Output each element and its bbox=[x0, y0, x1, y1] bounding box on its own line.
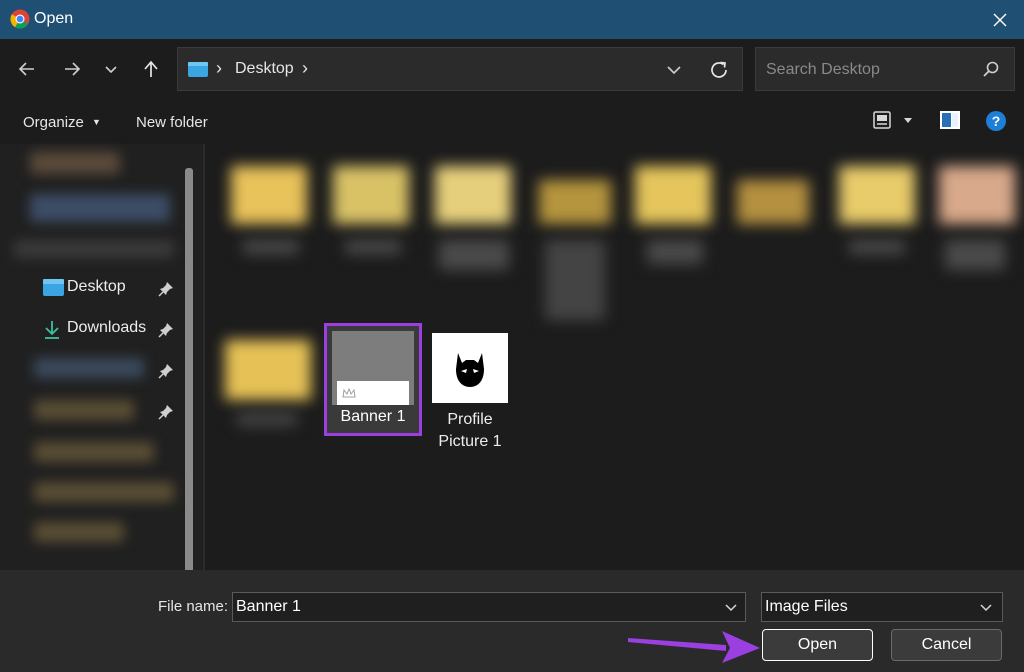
desktop-folder-icon bbox=[188, 62, 208, 77]
redacted-item bbox=[34, 482, 174, 502]
redacted-folder bbox=[225, 340, 311, 400]
open-button[interactable]: Open bbox=[762, 629, 873, 661]
caret-down-icon: ▼ bbox=[92, 117, 101, 127]
arrow-left-icon bbox=[18, 62, 34, 76]
file-banner-1[interactable]: Banner 1 bbox=[324, 323, 422, 436]
redacted-label bbox=[237, 412, 297, 426]
back-button[interactable] bbox=[13, 55, 41, 83]
redacted-folder bbox=[333, 166, 409, 224]
dialog-footer: File name: Banner 1 Image Files Open Can… bbox=[0, 570, 1024, 672]
redacted-label bbox=[439, 240, 509, 270]
up-button[interactable] bbox=[137, 55, 165, 83]
redacted-folder bbox=[635, 166, 711, 224]
file-name-value[interactable]: Banner 1 bbox=[236, 598, 301, 616]
file-label-line2: Picture 1 bbox=[438, 433, 502, 450]
svg-text:?: ? bbox=[992, 113, 1001, 129]
chevron-down-icon bbox=[105, 66, 117, 74]
cancel-button[interactable]: Cancel bbox=[891, 629, 1002, 661]
close-icon bbox=[993, 13, 1007, 26]
redacted-item bbox=[34, 442, 154, 462]
file-profile-picture-1-thumbnail[interactable] bbox=[432, 333, 508, 403]
arrow-up-icon bbox=[144, 60, 158, 77]
pin-icon[interactable] bbox=[158, 281, 174, 297]
file-name-field[interactable]: Banner 1 bbox=[232, 592, 746, 622]
pin-icon[interactable] bbox=[158, 322, 174, 338]
new-folder-button[interactable]: New folder bbox=[136, 114, 208, 131]
redacted-folder bbox=[737, 180, 809, 224]
banner-strip bbox=[337, 381, 409, 405]
sidebar-item-label: Downloads bbox=[67, 319, 147, 336]
file-label-line1: Profile bbox=[447, 411, 493, 428]
file-type-select[interactable]: Image Files bbox=[761, 592, 1003, 622]
organize-button[interactable]: Organize ▼ bbox=[23, 114, 101, 131]
caret-down-icon[interactable] bbox=[903, 117, 913, 125]
pin-icon[interactable] bbox=[158, 363, 174, 379]
command-bar: Organize ▼ New folder ? bbox=[0, 100, 1024, 144]
file-list: Banner 1 Profile Picture 1 bbox=[203, 144, 1024, 570]
redacted-item bbox=[34, 358, 144, 378]
file-type-value: Image Files bbox=[765, 598, 848, 615]
navigation-bar: › Desktop › bbox=[0, 39, 1024, 100]
recent-locations-button[interactable] bbox=[97, 55, 125, 83]
search-input[interactable] bbox=[764, 58, 968, 82]
redacted-folder bbox=[231, 166, 307, 224]
redacted-label bbox=[849, 240, 905, 254]
redacted-folder bbox=[939, 166, 1015, 224]
chevron-down-icon[interactable] bbox=[664, 60, 684, 80]
breadcrumb-separator[interactable]: › bbox=[302, 58, 308, 79]
image-thumbnail bbox=[332, 331, 414, 405]
organize-label: Organize bbox=[23, 114, 84, 131]
navigation-pane: Desktop Downloads bbox=[0, 144, 203, 588]
file-name-label: File name: bbox=[158, 598, 229, 615]
redacted-item bbox=[34, 522, 124, 542]
redacted-folder bbox=[539, 180, 611, 224]
redacted-item bbox=[34, 400, 134, 420]
bat-mask-icon bbox=[456, 353, 484, 387]
redacted-folder bbox=[839, 166, 915, 224]
title-bar: Open bbox=[0, 0, 1024, 39]
search-box[interactable] bbox=[755, 47, 1015, 91]
redacted-item bbox=[30, 194, 170, 222]
sidebar-scrollbar[interactable] bbox=[185, 168, 193, 588]
content-scrollbar-gap bbox=[203, 144, 205, 570]
address-bar[interactable]: › Desktop › bbox=[177, 47, 743, 91]
crown-icon bbox=[342, 388, 356, 398]
chevron-down-icon bbox=[980, 604, 992, 612]
breadcrumb-separator: › bbox=[216, 58, 222, 78]
desktop-folder-icon bbox=[43, 279, 64, 296]
search-icon bbox=[983, 61, 999, 77]
redacted-item bbox=[14, 240, 174, 258]
breadcrumb-desktop[interactable]: Desktop bbox=[235, 60, 294, 78]
pin-icon[interactable] bbox=[158, 404, 174, 420]
redacted-label bbox=[945, 240, 1005, 270]
chrome-icon bbox=[10, 9, 30, 29]
close-button[interactable] bbox=[976, 0, 1024, 39]
window-title: Open bbox=[34, 10, 74, 27]
view-options-icon[interactable] bbox=[872, 110, 892, 130]
redacted-folder bbox=[435, 166, 511, 224]
redacted-label bbox=[545, 240, 605, 320]
sidebar-item-label: Desktop bbox=[67, 278, 126, 295]
redacted-label bbox=[647, 240, 703, 264]
redacted-label bbox=[345, 240, 401, 254]
arrow-right-icon bbox=[65, 62, 81, 76]
chevron-down-icon[interactable] bbox=[723, 599, 739, 615]
help-icon[interactable]: ? bbox=[985, 110, 1007, 132]
refresh-icon[interactable] bbox=[708, 59, 730, 81]
redacted-label bbox=[243, 240, 299, 254]
preview-pane-icon[interactable] bbox=[939, 110, 961, 130]
download-icon bbox=[45, 321, 59, 339]
forward-button[interactable] bbox=[58, 55, 86, 83]
annotation-arrow-icon bbox=[628, 631, 760, 663]
file-profile-picture-1[interactable]: Profile Picture 1 bbox=[417, 409, 523, 453]
redacted-item bbox=[30, 152, 120, 174]
file-label: Banner 1 bbox=[340, 408, 406, 425]
